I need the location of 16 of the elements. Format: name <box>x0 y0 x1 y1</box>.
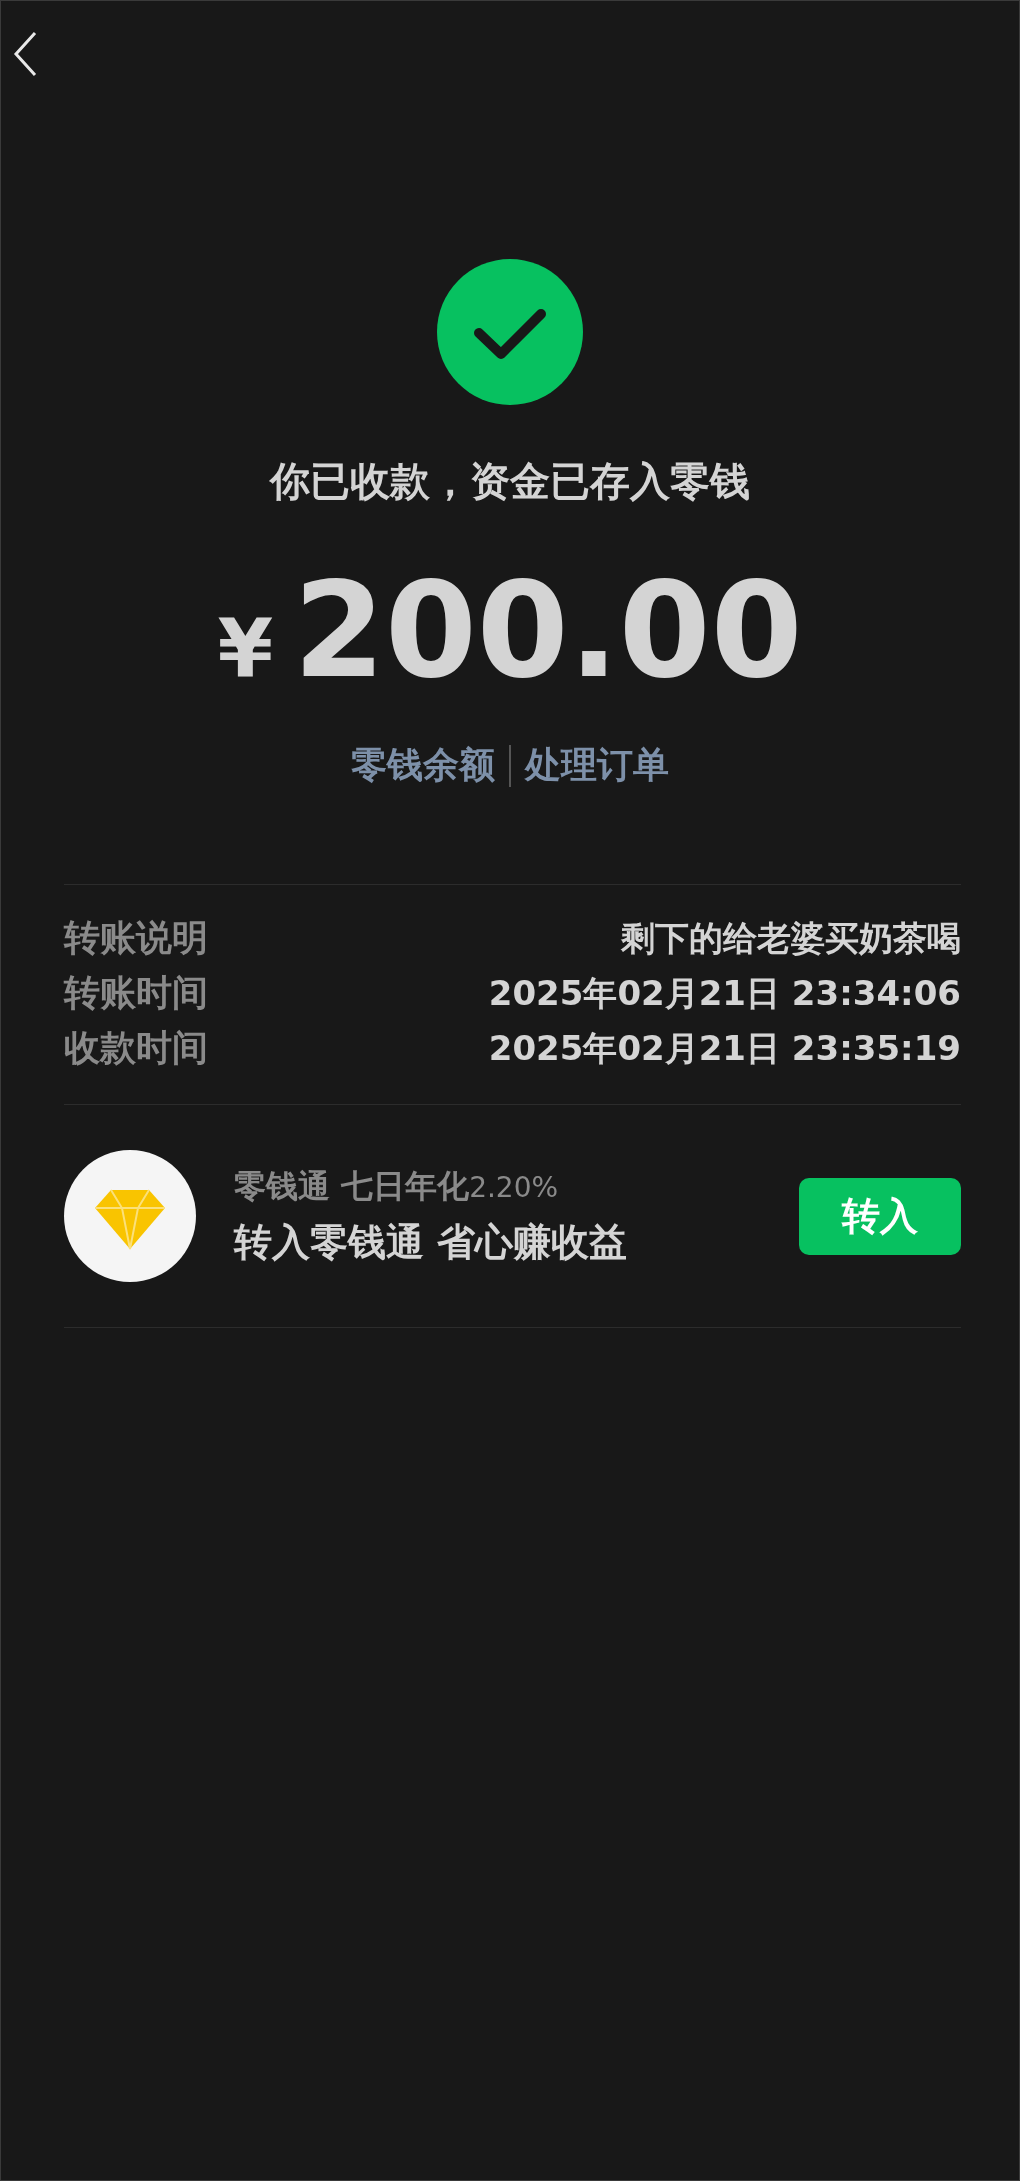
amount-value: 200.00 <box>293 555 803 705</box>
text-link[interactable]: 处理订单 <box>525 741 669 790</box>
product-name: 零钱通 七日年化 <box>234 1166 470 1205</box>
back-icon[interactable] <box>13 31 37 77</box>
detail-label: 转账时间 <box>64 971 208 1015</box>
detail-value: 剩下的给老婆买奶茶喝 <box>621 916 961 960</box>
detail-label: 转账说明 <box>64 916 208 960</box>
detail-value: 2025年02月21日 23:34:06 <box>488 971 961 1015</box>
currency-symbol: ¥ <box>217 602 274 695</box>
detail-value: 2025年02月21日 23:35:19 <box>488 1026 961 1070</box>
annual-rate: 2.20% <box>469 1170 559 1204</box>
status-title: 你已收款，资金已存入零钱 <box>270 457 750 506</box>
success-check-icon <box>437 259 583 405</box>
promo-headline: 转入零钱通 省心赚收益 <box>234 1218 629 1266</box>
detail-label: 收款时间 <box>64 1026 208 1070</box>
text-link[interactable]: 零钱余额 <box>351 741 495 790</box>
